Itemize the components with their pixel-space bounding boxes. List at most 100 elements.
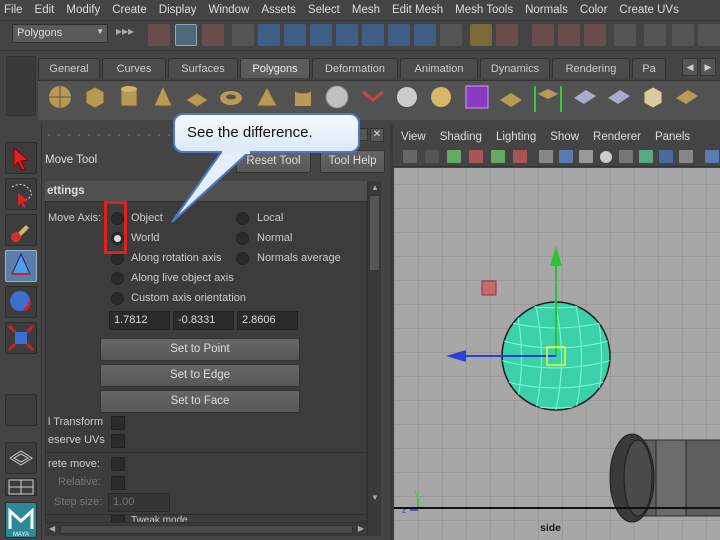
- transform-checkbox[interactable]: [111, 416, 125, 430]
- axis-y-field[interactable]: -0.8331: [173, 311, 234, 330]
- radio-normal[interactable]: [236, 232, 249, 245]
- paint-select-tool-icon[interactable]: [5, 214, 37, 246]
- poly-sphere-icon[interactable]: [47, 84, 73, 110]
- lasso-tool-icon[interactable]: [5, 178, 37, 210]
- bridge-icon[interactable]: [532, 84, 562, 112]
- poly-pipe-icon[interactable]: [290, 84, 316, 110]
- vertical-scroll-thumb[interactable]: [369, 195, 380, 271]
- menu-file[interactable]: File: [4, 4, 23, 16]
- history-icon[interactable]: [440, 24, 462, 46]
- hypershade-icon[interactable]: [672, 24, 694, 46]
- radio-custom-axis-orientation[interactable]: [111, 292, 124, 305]
- layout-four-icon[interactable]: [5, 478, 37, 496]
- collapse-arrow-icon[interactable]: ▸▸▸: [116, 24, 138, 46]
- scale-tool-icon[interactable]: [5, 322, 37, 354]
- tab-animation[interactable]: Animation: [400, 58, 478, 78]
- radio-along-live-object-axis[interactable]: [111, 272, 124, 285]
- last-used-tool-slot[interactable]: [5, 394, 37, 426]
- layout-single-icon[interactable]: [5, 442, 37, 474]
- lock-icon[interactable]: [470, 24, 492, 46]
- pane-splitter[interactable]: [390, 124, 393, 540]
- viewport-menu-lighting[interactable]: Lighting: [496, 131, 536, 143]
- viewport-menu-view[interactable]: View: [401, 131, 426, 143]
- tab-curves[interactable]: Curves: [102, 58, 166, 78]
- menu-color[interactable]: Color: [580, 4, 607, 16]
- combine-icon[interactable]: [324, 84, 350, 110]
- snap-live-icon[interactable]: [414, 24, 436, 46]
- scroll-right-icon[interactable]: ▶: [358, 524, 364, 533]
- snap-vertex-icon[interactable]: [388, 24, 410, 46]
- tab-deformation[interactable]: Deformation: [312, 58, 398, 78]
- set-to-point-button[interactable]: Set to Point: [100, 338, 300, 361]
- poly-cone-icon[interactable]: [150, 84, 176, 110]
- preserve-uvs-checkbox[interactable]: [111, 434, 125, 448]
- menu-modify[interactable]: Modify: [66, 4, 100, 16]
- scroll-left-icon[interactable]: ◀: [49, 524, 55, 533]
- viewport-menu-panels[interactable]: Panels: [655, 131, 690, 143]
- scroll-down-icon[interactable]: ▼: [371, 493, 379, 502]
- radio-normals-average[interactable]: [236, 252, 249, 265]
- tab-more[interactable]: Pa: [632, 58, 666, 78]
- menu-window[interactable]: Window: [208, 4, 249, 16]
- mask-icon[interactable]: [232, 24, 254, 46]
- poly-cube-icon[interactable]: [82, 84, 108, 110]
- menu-set-dropdown[interactable]: Polygons ▼: [12, 24, 108, 43]
- close-panel-icon[interactable]: ✕: [370, 128, 384, 142]
- input-output-icon[interactable]: [496, 24, 518, 46]
- discrete-move-checkbox[interactable]: [111, 457, 125, 471]
- set-to-edge-button[interactable]: Set to Edge: [100, 364, 300, 387]
- move-tool-icon[interactable]: [5, 250, 37, 282]
- menu-edit[interactable]: Edit: [35, 4, 55, 16]
- step-size-field[interactable]: 1.00: [108, 493, 170, 512]
- snap-point-icon[interactable]: [310, 24, 332, 46]
- tab-scroll-right-icon[interactable]: ▶: [700, 58, 716, 76]
- poly-pyramid-icon[interactable]: [254, 84, 280, 110]
- viewport-menu-shading[interactable]: Shading: [440, 131, 482, 143]
- poly-cylinder-icon[interactable]: [116, 84, 142, 110]
- tab-dynamics[interactable]: Dynamics: [480, 58, 550, 78]
- pivot-marker[interactable]: [481, 280, 497, 296]
- radio-local[interactable]: [236, 212, 249, 225]
- settings-section-header[interactable]: ettings: [45, 181, 367, 202]
- construction-history-icon[interactable]: [532, 24, 554, 46]
- tab-surfaces[interactable]: Surfaces: [168, 58, 238, 78]
- split-polygon-icon[interactable]: [606, 84, 632, 110]
- tab-rendering[interactable]: Rendering: [552, 58, 630, 78]
- menu-mesh-tools[interactable]: Mesh Tools: [455, 4, 513, 16]
- horizontal-scrollbar[interactable]: ◀ ▶: [45, 522, 367, 536]
- snap-grid-icon[interactable]: [258, 24, 280, 46]
- rotate-tool-icon[interactable]: [5, 286, 37, 318]
- menu-assets[interactable]: Assets: [261, 4, 296, 16]
- viewport-3d[interactable]: z y side: [394, 168, 720, 540]
- select-component-icon[interactable]: [202, 24, 224, 46]
- menu-create-uvs[interactable]: Create UVs: [619, 4, 678, 16]
- offset-edge-icon[interactable]: [674, 84, 700, 110]
- menu-edit-mesh[interactable]: Edit Mesh: [392, 4, 443, 16]
- render-icon[interactable]: [584, 24, 606, 46]
- select-object-icon[interactable]: [175, 24, 197, 46]
- vertical-scrollbar[interactable]: ▲ ▼: [367, 181, 381, 536]
- menu-mesh[interactable]: Mesh: [352, 4, 380, 16]
- select-tool-icon[interactable]: [5, 142, 37, 174]
- render-settings-icon[interactable]: [644, 24, 666, 46]
- menu-normals[interactable]: Normals: [525, 4, 568, 16]
- menu-create[interactable]: Create: [112, 4, 147, 16]
- tool-help-button[interactable]: Tool Help: [320, 150, 385, 173]
- tab-general[interactable]: General: [38, 58, 100, 78]
- shelf-menu-button[interactable]: [6, 56, 36, 116]
- menu-display[interactable]: Display: [159, 4, 197, 16]
- relative-checkbox[interactable]: [111, 476, 125, 490]
- select-hierarchy-icon[interactable]: [148, 24, 170, 46]
- tab-scroll-left-icon[interactable]: ◀: [682, 58, 698, 76]
- extract-icon[interactable]: [394, 84, 420, 110]
- scroll-up-icon[interactable]: ▲: [371, 183, 379, 192]
- separate-icon[interactable]: [360, 84, 386, 110]
- poly-plane-icon[interactable]: [184, 84, 210, 110]
- snap-surface-icon[interactable]: [362, 24, 384, 46]
- horizontal-scroll-thumb[interactable]: [60, 525, 353, 534]
- menu-select[interactable]: Select: [308, 4, 340, 16]
- bool-icon[interactable]: [464, 84, 490, 110]
- snap-curve-icon[interactable]: [284, 24, 306, 46]
- magnet-icon[interactable]: [558, 24, 580, 46]
- poly-torus-icon[interactable]: [218, 84, 244, 110]
